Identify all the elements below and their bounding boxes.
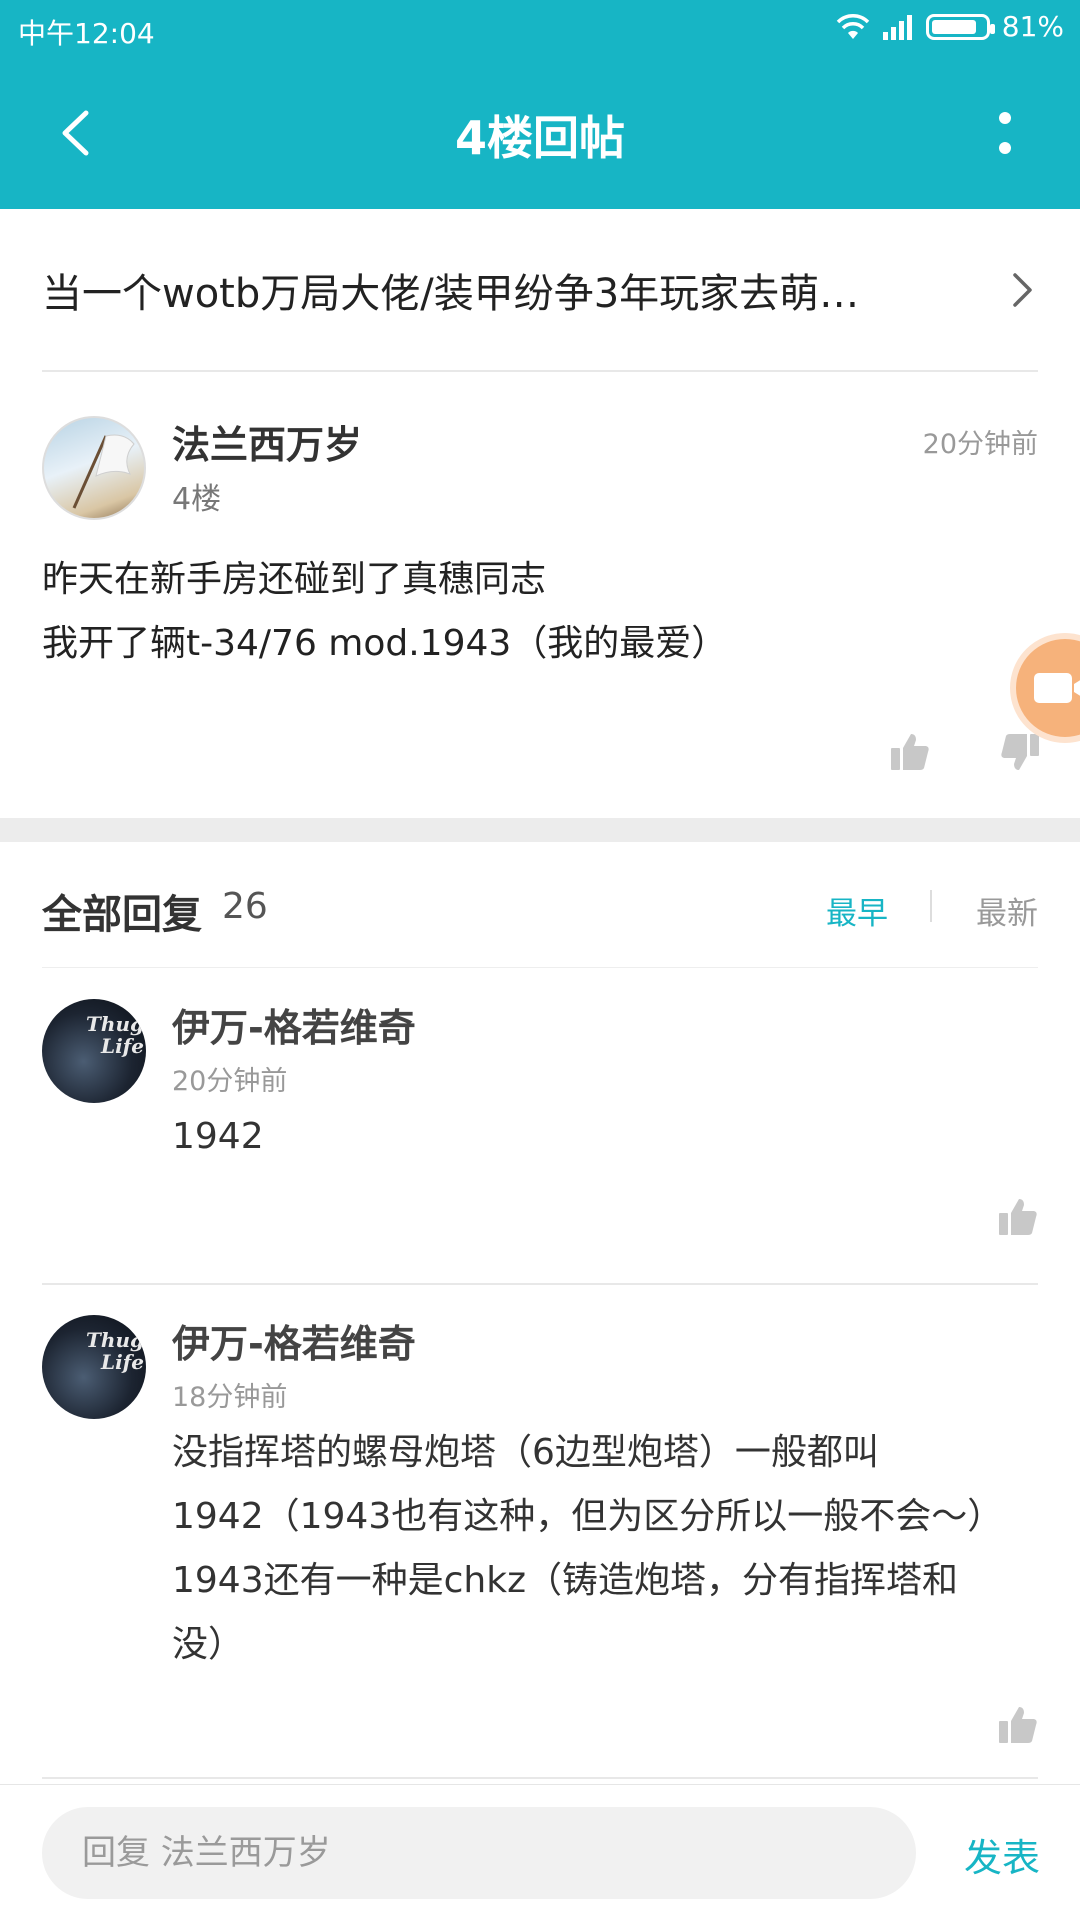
avatar-text: Thug	[86, 1328, 144, 1352]
reply-time: 18分钟前	[172, 1382, 288, 1413]
replies-header: 全部回复 26 最早 最新	[42, 842, 1038, 968]
post-content: 昨天在新手房还碰到了真穗同志 我开了辆t-34/76 mod.1943（我的最爱…	[42, 548, 727, 676]
reply-line: 没指挥塔的螺母炮塔（6边型炮塔）一般都叫	[172, 1432, 879, 1473]
thread-link[interactable]: 当一个wotb万局大佬/装甲纷争3年玩家去萌…	[42, 210, 1038, 372]
reply-author[interactable]: 伊万-格若维奇	[172, 1313, 416, 1368]
status-time: 中午12:04	[18, 17, 155, 50]
reply-content: 没指挥塔的螺母炮塔（6边型炮塔）一般都叫 1942（1943也有这种，但为区分所…	[172, 1421, 1038, 1677]
chevron-right-icon	[1013, 273, 1032, 307]
floor-number: 4楼	[172, 482, 222, 517]
dislike-button[interactable]	[1000, 732, 1040, 776]
status-icons: 81%	[836, 10, 1064, 43]
post-line: 我开了辆t-34/76 mod.1943（我的最爱）	[42, 623, 728, 664]
reply-time: 20分钟前	[172, 1066, 288, 1097]
reply-line: 1943还有一种是chkz（铸造炮塔，分有指挥塔和	[172, 1560, 958, 1601]
like-button[interactable]	[998, 1705, 1038, 1749]
avatar[interactable]	[42, 416, 146, 520]
reply-line: 1942	[172, 1116, 264, 1157]
battery-icon	[925, 13, 995, 40]
app-bar: 4楼回帖	[0, 58, 1080, 209]
thumbs-up-icon	[999, 1707, 1037, 1743]
reply-line: 没）	[172, 1624, 245, 1665]
send-button[interactable]: 发表	[964, 1827, 1040, 1882]
thumbs-up-icon	[891, 734, 929, 770]
thumbs-up-icon	[999, 1199, 1037, 1235]
avatar-text: Life	[101, 1350, 144, 1374]
post-time: 20分钟前	[922, 429, 1038, 460]
reply-line: 1942（1943也有这种，但为区分所以一般不会～）	[172, 1496, 1004, 1537]
thread-title: 当一个wotb万局大佬/装甲纷争3年玩家去萌…	[42, 271, 860, 317]
sort-earliest-tab[interactable]: 最早	[826, 888, 888, 933]
replies-count: 26	[222, 886, 268, 927]
avatar-text: Thug	[86, 1012, 144, 1036]
section-divider	[0, 818, 1080, 842]
reply-bar: 发表	[0, 1784, 1080, 1920]
sort-divider	[930, 890, 932, 922]
more-vertical-icon	[999, 112, 1011, 154]
signal-icon	[882, 14, 914, 40]
reply-item: Thug Life 伊万-格若维奇 20分钟前 1942	[42, 969, 1038, 1285]
sort-newest-tab[interactable]: 最新	[976, 888, 1038, 933]
top-bar: 中午12:04 81% 4楼回帖	[0, 0, 1080, 209]
avatar[interactable]: Thug Life	[42, 999, 146, 1103]
video-camera-icon	[1034, 673, 1080, 703]
author-name[interactable]: 法兰西万岁	[172, 414, 362, 469]
reply-item: Thug Life 伊万-格若维奇 18分钟前 没指挥塔的螺母炮塔（6边型炮塔）…	[42, 1285, 1038, 1779]
replies-label: 全部回复	[42, 892, 202, 938]
floor-post: 法兰西万岁 4楼 20分钟前 昨天在新手房还碰到了真穗同志 我开了辆t-34/7…	[42, 374, 1040, 818]
battery-percent: 81%	[1001, 10, 1064, 43]
white-flag-icon	[72, 434, 135, 509]
post-line: 昨天在新手房还碰到了真穗同志	[42, 559, 547, 600]
like-button[interactable]	[890, 732, 930, 776]
page-title: 4楼回帖	[454, 111, 625, 165]
avatar[interactable]: Thug Life	[42, 1315, 146, 1419]
more-button[interactable]	[970, 98, 1040, 168]
reply-author[interactable]: 伊万-格若维奇	[172, 997, 416, 1052]
avatar-text: Life	[101, 1034, 144, 1058]
status-bar: 中午12:04 81%	[0, 0, 1080, 58]
wifi-icon	[836, 13, 870, 41]
reply-content: 1942	[172, 1105, 1038, 1169]
like-button[interactable]	[998, 1197, 1038, 1241]
thumbs-down-icon	[1001, 734, 1039, 770]
reply-input[interactable]	[42, 1807, 916, 1899]
